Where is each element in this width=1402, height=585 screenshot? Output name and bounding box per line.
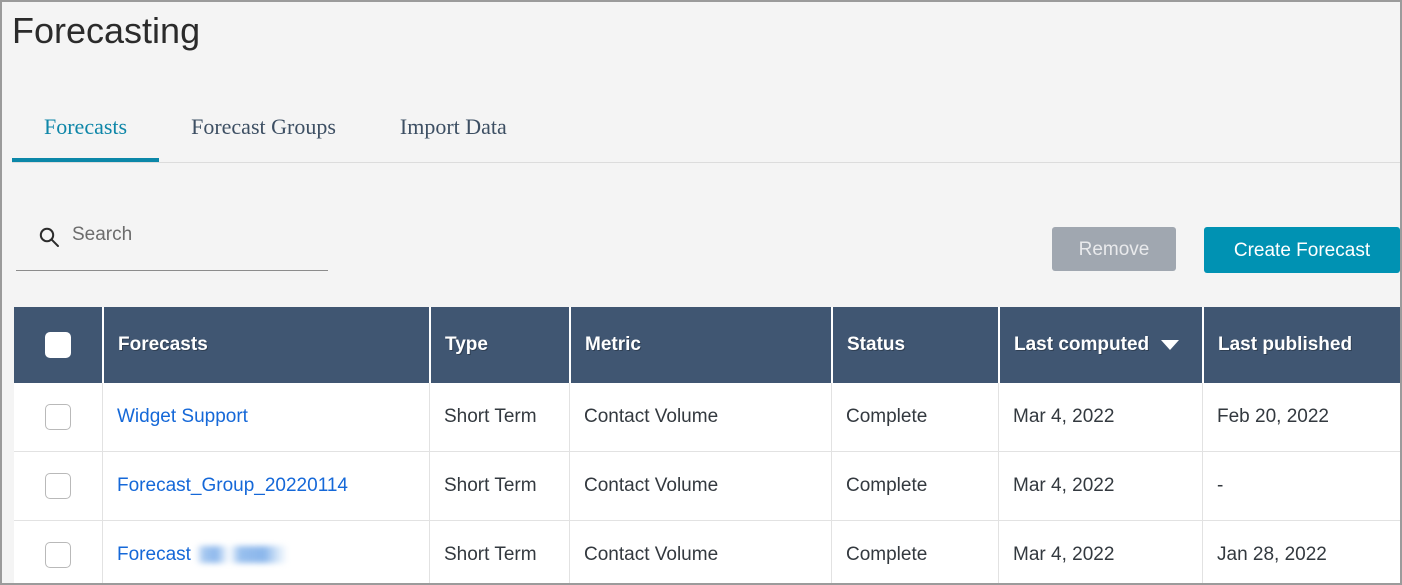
row-metric-cell: Contact Volume (569, 452, 831, 520)
row-select-cell[interactable] (14, 383, 102, 451)
tab-forecast-groups-label: Forecast Groups (191, 114, 336, 139)
row-name-cell: Forecast (102, 521, 429, 585)
column-header-last-published[interactable]: Last published (1202, 307, 1402, 383)
column-header-forecasts-label: Forecasts (118, 334, 208, 356)
tab-import-data-label: Import Data (400, 114, 507, 139)
table-row: Forecast_Group_20220114 Short Term Conta… (14, 452, 1402, 521)
row-checkbox[interactable] (45, 542, 71, 568)
tab-forecasts-label: Forecasts (44, 114, 127, 139)
column-header-last-computed-label: Last computed (1014, 334, 1149, 356)
redacted-text-blur (196, 546, 288, 563)
row-type-cell: Short Term (429, 521, 569, 585)
column-header-type[interactable]: Type (429, 307, 569, 383)
column-header-last-computed[interactable]: Last computed (998, 307, 1202, 383)
search-icon (38, 226, 60, 248)
row-select-cell[interactable] (14, 452, 102, 520)
table-header-row: Forecasts Type Metric Status Last comput… (14, 307, 1402, 383)
column-header-type-label: Type (445, 334, 488, 356)
tab-import-data[interactable]: Import Data (368, 114, 539, 162)
row-last-computed-cell: Mar 4, 2022 (998, 452, 1202, 520)
row-checkbox[interactable] (45, 404, 71, 430)
row-last-computed-cell: Mar 4, 2022 (998, 383, 1202, 451)
row-status-cell: Complete (831, 383, 998, 451)
column-header-status-label: Status (847, 334, 905, 356)
select-all-header[interactable] (14, 307, 102, 383)
forecasts-table: Forecasts Type Metric Status Last comput… (14, 307, 1402, 585)
row-last-computed-cell: Mar 4, 2022 (998, 521, 1202, 585)
caret-down-icon (1161, 340, 1179, 350)
row-status-cell: Complete (831, 521, 998, 585)
column-header-metric-label: Metric (585, 334, 641, 356)
row-select-cell[interactable] (14, 521, 102, 585)
row-metric-cell: Contact Volume (569, 521, 831, 585)
row-last-published-cell: Jan 28, 2022 (1202, 521, 1402, 585)
row-name-cell: Forecast_Group_20220114 (102, 452, 429, 520)
column-header-last-published-label: Last published (1218, 334, 1352, 356)
row-name-cell: Widget Support (102, 383, 429, 451)
row-last-published-cell: Feb 20, 2022 (1202, 383, 1402, 451)
row-status-cell: Complete (831, 452, 998, 520)
tab-list: Forecasts Forecast Groups Import Data (12, 114, 539, 162)
search-field[interactable] (16, 218, 328, 271)
column-header-forecasts[interactable]: Forecasts (102, 307, 429, 383)
tab-bar: Forecasts Forecast Groups Import Data (12, 114, 1400, 164)
tab-forecasts[interactable]: Forecasts (12, 114, 159, 162)
row-metric-cell: Contact Volume (569, 383, 831, 451)
table-row: Forecast Short Term Contact Volume Compl… (14, 521, 1402, 585)
select-all-checkbox[interactable] (45, 332, 71, 358)
row-type-cell: Short Term (429, 383, 569, 451)
row-last-published-cell: - (1202, 452, 1402, 520)
table-row: Widget Support Short Term Contact Volume… (14, 383, 1402, 452)
forecast-link[interactable]: Widget Support (117, 406, 248, 428)
row-checkbox[interactable] (45, 473, 71, 499)
search-input[interactable] (72, 222, 322, 248)
row-type-cell: Short Term (429, 452, 569, 520)
forecast-link[interactable]: Forecast (117, 544, 288, 566)
tab-bar-divider (12, 162, 1402, 163)
remove-button[interactable]: Remove (1052, 227, 1176, 271)
page-title: Forecasting (12, 9, 200, 53)
create-forecast-button[interactable]: Create Forecast (1204, 227, 1400, 273)
forecast-link-label: Forecast (117, 544, 191, 565)
column-header-metric[interactable]: Metric (569, 307, 831, 383)
column-header-status[interactable]: Status (831, 307, 998, 383)
forecast-link[interactable]: Forecast_Group_20220114 (117, 475, 348, 497)
tab-forecast-groups[interactable]: Forecast Groups (159, 114, 368, 162)
forecasting-page: Forecasting Forecasts Forecast Groups Im… (0, 0, 1402, 585)
